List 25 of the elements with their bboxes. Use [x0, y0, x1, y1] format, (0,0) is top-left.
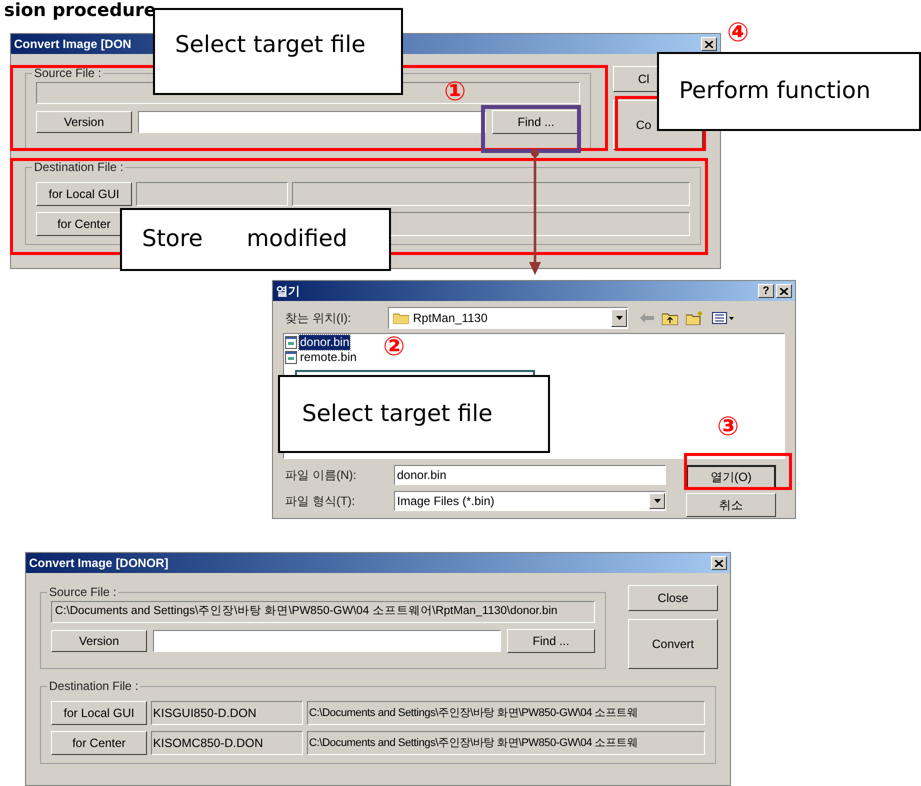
step-marker: ④: [727, 20, 750, 46]
field-label: for Local GUI: [36, 182, 132, 206]
file-type: Image Files (*.bin): [397, 493, 496, 510]
field-label: 파일 형식(T):: [285, 493, 356, 510]
window-title: Convert Image [DONOR]: [29, 555, 168, 572]
window-title: Convert Image [DON: [14, 36, 132, 53]
field-label: for Center: [51, 731, 147, 755]
group-label: Destination File :: [48, 678, 140, 695]
group-label: Source File :: [33, 65, 102, 82]
step-marker: ②: [383, 334, 406, 360]
field-label: 찾는 위치(I):: [285, 310, 352, 327]
field-label: for Local GUI: [51, 701, 147, 725]
callout-tooltip: Store modified: [120, 208, 391, 271]
callout-tooltip: Perform function: [657, 52, 921, 131]
callout-tooltip: Select target file: [278, 375, 550, 453]
step-marker: ①: [444, 79, 466, 105]
window-title: 열기: [276, 283, 300, 300]
field-label: Version: [36, 111, 132, 133]
group-label: Destination File :: [33, 159, 124, 176]
field-label: 파일 이름(N):: [285, 467, 358, 484]
field-label: Version: [51, 630, 147, 652]
callout-tooltip: Select target file: [153, 8, 403, 95]
folder-name: RptMan_1130: [413, 310, 488, 327]
group-label: Source File :: [48, 584, 118, 601]
step-marker: ③: [717, 414, 740, 440]
